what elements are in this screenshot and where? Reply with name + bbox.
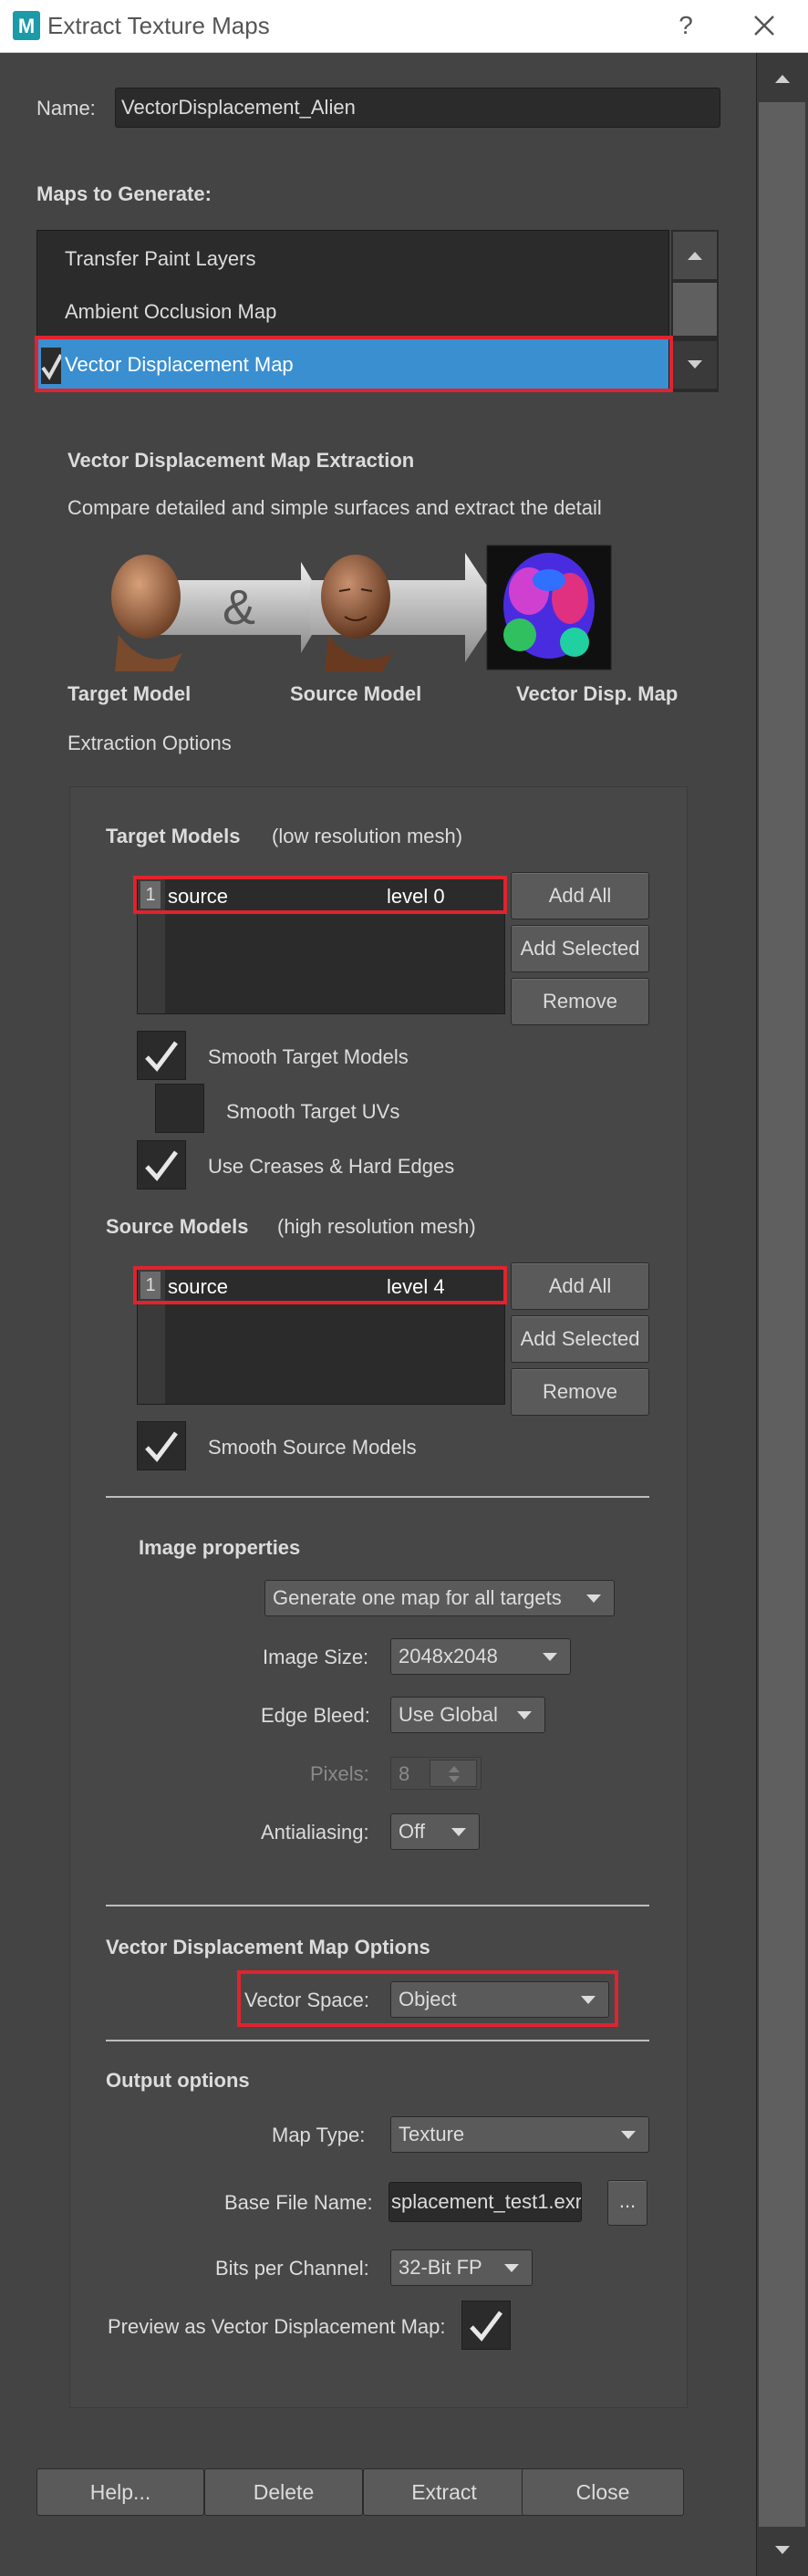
- smooth-target-uvs-label: Smooth Target UVs: [226, 1100, 400, 1123]
- smooth-target-uvs-checkbox[interactable]: [155, 1084, 204, 1133]
- extraction-description: Compare detailed and simple surfaces and…: [67, 496, 602, 519]
- image-properties-heading: Image properties: [139, 1536, 301, 1559]
- scroll-thumb[interactable]: [673, 283, 717, 336]
- extract-button[interactable]: Extract: [363, 2468, 525, 2516]
- close-dialog-button[interactable]: Close: [522, 2468, 684, 2516]
- image-size-value: 2048x2048: [399, 1645, 498, 1667]
- maps-heading: Maps to Generate:: [36, 182, 212, 205]
- scroll-up-icon[interactable]: [759, 55, 805, 102]
- base-file-input[interactable]: splacement_test1.exr: [388, 2182, 582, 2222]
- dropdown-arrow-icon: [621, 2131, 636, 2139]
- vd-options-heading: Vector Displacement Map Options: [106, 1936, 430, 1958]
- pixels-value: 8: [399, 1762, 410, 1785]
- map-mode-dropdown[interactable]: Generate one map for all targets: [264, 1580, 615, 1616]
- source-add-selected-button[interactable]: Add Selected: [511, 1315, 649, 1363]
- caption-target: Target Model: [67, 682, 192, 705]
- antialiasing-dropdown[interactable]: Off: [390, 1813, 480, 1850]
- close-icon[interactable]: [746, 7, 782, 44]
- bits-dropdown[interactable]: 32-Bit FP: [390, 2249, 533, 2286]
- smooth-source-models-checkbox[interactable]: [137, 1421, 186, 1470]
- checkmark-icon: [145, 1431, 178, 1462]
- extraction-illustration: &: [100, 544, 626, 671]
- pixels-spinbox[interactable]: 8: [390, 1757, 482, 1790]
- caption-source: Source Model: [290, 682, 422, 705]
- highlight-box: [237, 1970, 618, 2027]
- source-remove-button[interactable]: Remove: [511, 1368, 649, 1416]
- window-title: Extract Texture Maps: [47, 12, 270, 39]
- svg-text:M: M: [18, 15, 35, 37]
- spinner-arrows-icon[interactable]: [430, 1760, 477, 1787]
- highlight-box: [133, 1266, 507, 1304]
- scroll-thumb[interactable]: [759, 102, 805, 2547]
- maya-app-icon: M: [13, 11, 40, 40]
- target-remove-button[interactable]: Remove: [511, 978, 649, 1025]
- ampersand-text: &: [223, 580, 255, 635]
- source-models-heading: Source Models: [106, 1215, 249, 1238]
- smooth-source-models-label: Smooth Source Models: [208, 1436, 417, 1459]
- preview-checkbox[interactable]: [461, 2301, 511, 2350]
- bits-value: 32-Bit FP: [399, 2256, 482, 2279]
- map-type-label: Map Type:: [272, 2124, 366, 2146]
- scroll-up-icon[interactable]: [673, 232, 717, 279]
- use-creases-checkbox[interactable]: [137, 1140, 186, 1189]
- image-size-dropdown[interactable]: 2048x2048: [390, 1638, 571, 1675]
- help-dialog-button[interactable]: Help...: [36, 2468, 204, 2516]
- smooth-target-models-checkbox[interactable]: [137, 1031, 186, 1080]
- map-type-dropdown[interactable]: Texture: [390, 2116, 649, 2153]
- scroll-down-icon[interactable]: [759, 2527, 805, 2574]
- map-mode-value: Generate one map for all targets: [273, 1586, 562, 1609]
- edge-bleed-label: Edge Bleed:: [261, 1704, 370, 1727]
- dropdown-arrow-icon: [543, 1653, 557, 1661]
- highlight-box: [133, 876, 507, 914]
- browse-button[interactable]: ...: [607, 2180, 647, 2226]
- output-heading: Output options: [106, 2069, 250, 2092]
- checkmark-icon: [145, 1150, 178, 1181]
- source-models-subheading: (high resolution mesh): [277, 1215, 476, 1238]
- extraction-heading: Vector Displacement Map Extraction: [67, 449, 415, 472]
- edge-bleed-value: Use Global: [399, 1703, 498, 1726]
- antialiasing-value: Off: [399, 1820, 425, 1843]
- scroll-down-icon[interactable]: [673, 341, 717, 389]
- smooth-target-models-label: Smooth Target Models: [208, 1045, 409, 1068]
- checkmark-icon: [470, 2311, 502, 2342]
- caption-vector-map: Vector Disp. Map: [516, 682, 679, 705]
- divider: [106, 1905, 649, 1906]
- dropdown-arrow-icon: [517, 1711, 532, 1719]
- list-item-ambient-occlusion[interactable]: Ambient Occlusion Map: [37, 286, 668, 338]
- name-input[interactable]: VectorDisplacement_Alien: [115, 88, 720, 128]
- image-size-label: Image Size:: [263, 1646, 369, 1668]
- highlight-box: [35, 336, 673, 392]
- title-bar: M Extract Texture Maps ?: [0, 0, 808, 53]
- name-label: Name:: [36, 97, 96, 119]
- pixels-label: Pixels:: [310, 1762, 369, 1785]
- target-add-all-button[interactable]: Add All: [511, 872, 649, 919]
- dropdown-arrow-icon: [504, 2264, 519, 2272]
- preview-label: Preview as Vector Displacement Map:: [108, 2315, 446, 2338]
- dropdown-arrow-icon: [586, 1594, 601, 1603]
- target-models-heading: Target Models: [106, 825, 241, 847]
- maps-list-scrollbar[interactable]: [671, 230, 719, 392]
- list-item-transfer-paint[interactable]: Transfer Paint Layers: [37, 233, 668, 286]
- target-models-subheading: (low resolution mesh): [272, 825, 463, 847]
- dropdown-arrow-icon: [451, 1828, 466, 1836]
- help-button[interactable]: ?: [668, 7, 704, 44]
- base-file-label: Base File Name:: [224, 2191, 373, 2214]
- antialiasing-label: Antialiasing:: [261, 1821, 369, 1844]
- map-type-value: Texture: [399, 2123, 465, 2145]
- checkmark-icon: [145, 1041, 178, 1072]
- divider: [106, 2040, 649, 2041]
- edge-bleed-dropdown[interactable]: Use Global: [390, 1697, 545, 1733]
- delete-button[interactable]: Delete: [204, 2468, 363, 2516]
- source-add-all-button[interactable]: Add All: [511, 1262, 649, 1310]
- divider: [106, 1496, 649, 1498]
- extraction-options-label: Extraction Options: [67, 732, 232, 754]
- use-creases-label: Use Creases & Hard Edges: [208, 1155, 455, 1178]
- target-add-selected-button[interactable]: Add Selected: [511, 925, 649, 972]
- bits-label: Bits per Channel:: [215, 2257, 369, 2280]
